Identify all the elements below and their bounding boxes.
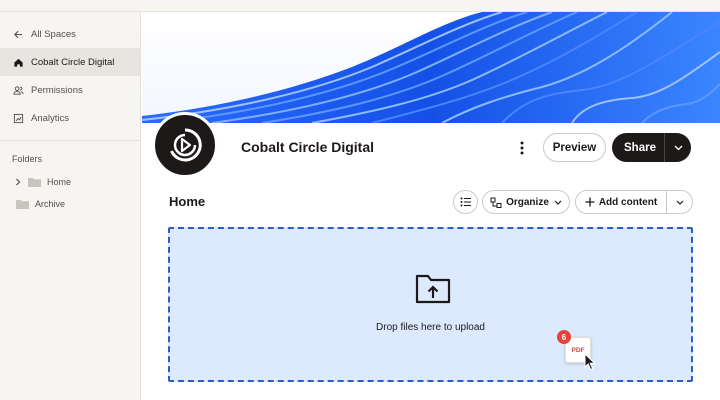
people-icon <box>12 84 24 96</box>
share-button-group: Share <box>612 133 691 162</box>
add-content-label: Add content <box>598 196 658 208</box>
sidebar-item-all-spaces[interactable]: All Spaces <box>0 20 140 48</box>
sidebar-divider <box>0 140 140 141</box>
dropzone-text: Drop files here to upload <box>376 322 485 333</box>
section-title: Home <box>169 194 206 209</box>
share-button[interactable]: Share <box>612 142 664 154</box>
sidebar-item-analytics[interactable]: Analytics <box>0 104 140 132</box>
plus-icon <box>585 197 595 207</box>
chevron-down-icon <box>676 200 683 205</box>
list-view-button[interactable] <box>453 190 478 214</box>
sidebar-item-label: Permissions <box>31 84 83 96</box>
mouse-cursor-icon <box>584 353 596 371</box>
folder-icon <box>28 178 41 187</box>
preview-button[interactable]: Preview <box>543 133 606 162</box>
space-logo-icon <box>170 128 202 162</box>
folder-label: Archive <box>35 199 66 209</box>
sidebar: All Spaces Cobalt Circle Digital Permiss… <box>0 12 141 400</box>
kebab-icon <box>520 141 524 155</box>
sidebar-item-label: All Spaces <box>31 28 76 40</box>
sidebar-item-label: Cobalt Circle Digital <box>31 56 115 68</box>
sidebar-item-space-home[interactable]: Cobalt Circle Digital <box>0 48 140 76</box>
space-avatar <box>152 112 218 178</box>
more-options-button[interactable] <box>512 138 532 158</box>
folders-heading: Folders <box>12 154 43 164</box>
chart-icon <box>12 112 24 124</box>
chevron-down-icon <box>674 145 682 150</box>
upload-dropzone[interactable]: Drop files here to upload <box>168 227 693 382</box>
add-content-dropdown-button[interactable] <box>666 190 693 214</box>
organize-button[interactable]: Organize <box>482 190 570 214</box>
chevron-right-icon[interactable] <box>14 178 24 186</box>
home-icon <box>12 56 24 68</box>
add-content-button[interactable]: Add content <box>575 190 667 214</box>
file-type-label: PDF <box>571 346 585 354</box>
drag-count-badge: 6 <box>557 330 571 344</box>
top-bar <box>0 0 720 12</box>
arrow-left-icon <box>12 28 24 40</box>
share-dropdown-button[interactable] <box>665 145 691 151</box>
list-icon <box>460 197 471 207</box>
space-title: Cobalt Circle Digital <box>241 139 375 155</box>
cover-banner <box>142 12 720 123</box>
sidebar-item-permissions[interactable]: Permissions <box>0 76 140 104</box>
folder-item-home[interactable]: Home <box>0 171 140 193</box>
folder-label: Home <box>47 177 72 187</box>
sidebar-item-label: Analytics <box>31 112 70 124</box>
folder-item-archive[interactable]: Archive <box>0 193 140 215</box>
folder-icon <box>16 200 29 209</box>
organize-label: Organize <box>506 196 549 208</box>
chevron-down-icon <box>554 200 562 205</box>
organize-icon <box>490 197 502 208</box>
folder-upload-icon <box>415 274 451 304</box>
